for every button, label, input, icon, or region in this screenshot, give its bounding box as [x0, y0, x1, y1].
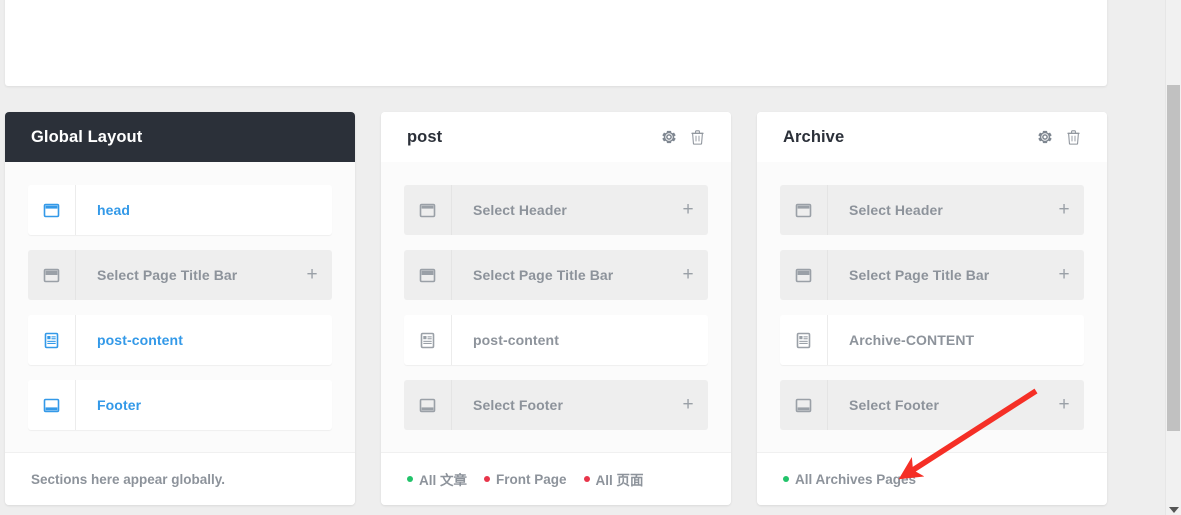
- layout-row-label: Select Footer: [473, 397, 563, 413]
- card-header-archive: Archive: [757, 112, 1107, 162]
- layout-row-label: post-content: [97, 332, 183, 348]
- content-icon: [28, 315, 76, 365]
- condition-label: All Archives Pages: [795, 471, 917, 487]
- card-title: post: [407, 127, 443, 146]
- layouts-page: i Please see the Avada Layouts Documenta…: [0, 0, 1181, 515]
- layout-row-post-content[interactable]: post-content: [28, 315, 332, 365]
- scroll-down-arrow-icon[interactable]: [1169, 507, 1179, 513]
- add-section-icon[interactable]: +: [1044, 380, 1084, 430]
- layout-row-archive-content[interactable]: Archive-CONTENT: [780, 315, 1084, 365]
- layout-row-select-page-title-bar[interactable]: Select Page Title Bar +: [780, 250, 1084, 300]
- layout-row-label: post-content: [473, 332, 559, 348]
- layout-row-select-header[interactable]: Select Header +: [404, 185, 708, 235]
- page-title-bar-icon: [28, 250, 76, 300]
- card-body-global-layout: head Select Page Title Bar + post-conten…: [5, 162, 355, 452]
- card-title: Archive: [783, 127, 845, 146]
- layout-row-select-footer[interactable]: Select Footer +: [404, 380, 708, 430]
- layout-row-label: Select Page Title Bar: [849, 267, 990, 283]
- add-section-icon[interactable]: +: [668, 380, 708, 430]
- status-dot-icon: [583, 476, 590, 482]
- card-body-archive: Select Header + Select Page Title Bar +: [757, 162, 1107, 452]
- layout-row-label: head: [97, 202, 131, 218]
- trash-icon[interactable]: [1066, 129, 1081, 145]
- add-section-icon[interactable]: +: [1044, 185, 1084, 235]
- scrollbar-thumb[interactable]: [1167, 85, 1180, 431]
- condition-label: All 文章: [419, 473, 468, 488]
- content-icon: [780, 315, 828, 365]
- layout-row-label: Select Header: [473, 202, 567, 218]
- page-title-bar-icon: [780, 250, 828, 300]
- card-header-global-layout: Global Layout: [5, 112, 355, 162]
- layout-row-select-header[interactable]: Select Header +: [780, 185, 1084, 235]
- gear-icon[interactable]: [1037, 129, 1053, 145]
- layout-row-label: Select Page Title Bar: [97, 267, 238, 283]
- top-panel: i Please see the Avada Layouts Documenta…: [5, 0, 1107, 86]
- status-dot-icon: [484, 476, 491, 482]
- add-section-icon[interactable]: +: [1044, 250, 1084, 300]
- layout-card-global-layout: Global Layout head Select Page Title Bar…: [5, 112, 355, 505]
- page-title-bar-icon: [404, 250, 452, 300]
- card-title: Global Layout: [31, 127, 143, 146]
- condition-badge[interactable]: All Archives Pages: [783, 472, 916, 487]
- condition-badge[interactable]: Front Page: [484, 472, 567, 487]
- layout-card-archive: Archive Select Header + Select Page Titl…: [757, 112, 1107, 505]
- layout-row-select-footer[interactable]: Select Footer +: [780, 380, 1084, 430]
- condition-badge[interactable]: All 文章: [407, 469, 467, 489]
- card-footer-post: All 文章 Front Page All 页面: [381, 452, 731, 505]
- gear-icon[interactable]: [661, 129, 677, 145]
- layout-row-label: Select Header: [849, 202, 943, 218]
- condition-label: All 页面: [595, 473, 644, 488]
- footer-icon: [780, 380, 828, 430]
- layout-row-label: Select Footer: [849, 397, 939, 413]
- add-section-icon[interactable]: +: [668, 250, 708, 300]
- condition-badge[interactable]: All 页面: [583, 469, 644, 489]
- trash-icon[interactable]: [690, 129, 705, 145]
- layout-row-head[interactable]: head: [28, 185, 332, 235]
- global-sections-note: Sections here appear globally.: [31, 471, 226, 487]
- header-icon: [780, 185, 828, 235]
- layout-row-select-page-title-bar[interactable]: Select Page Title Bar +: [28, 250, 332, 300]
- layout-row-footer[interactable]: Footer: [28, 380, 332, 430]
- layout-card-post: post Select Header + Select Page Title B…: [381, 112, 731, 505]
- card-footer-archive: All Archives Pages: [757, 452, 1107, 505]
- header-icon: [28, 185, 76, 235]
- layout-row-label: Footer: [97, 397, 142, 413]
- card-actions: [661, 129, 705, 145]
- card-body-post: Select Header + Select Page Title Bar +: [381, 162, 731, 452]
- content-icon: [404, 315, 452, 365]
- card-footer-global-layout: Sections here appear globally.: [5, 452, 355, 505]
- card-header-post: post: [381, 112, 731, 162]
- condition-label: Front Page: [496, 471, 567, 487]
- page-scrollbar[interactable]: [1165, 0, 1181, 515]
- layout-row-post-content[interactable]: post-content: [404, 315, 708, 365]
- footer-icon: [404, 380, 452, 430]
- add-section-icon[interactable]: +: [668, 185, 708, 235]
- header-icon: [404, 185, 452, 235]
- layout-row-label: Archive-CONTENT: [849, 332, 975, 348]
- status-dot-icon: [783, 476, 789, 482]
- layout-row-select-page-title-bar[interactable]: Select Page Title Bar +: [404, 250, 708, 300]
- layout-cards: Global Layout head Select Page Title Bar…: [5, 112, 1107, 505]
- layout-row-label: Select Page Title Bar: [473, 267, 614, 283]
- add-section-icon[interactable]: +: [292, 250, 332, 300]
- card-actions: [1037, 129, 1081, 145]
- footer-icon: [28, 380, 76, 430]
- status-dot-icon: [407, 476, 413, 482]
